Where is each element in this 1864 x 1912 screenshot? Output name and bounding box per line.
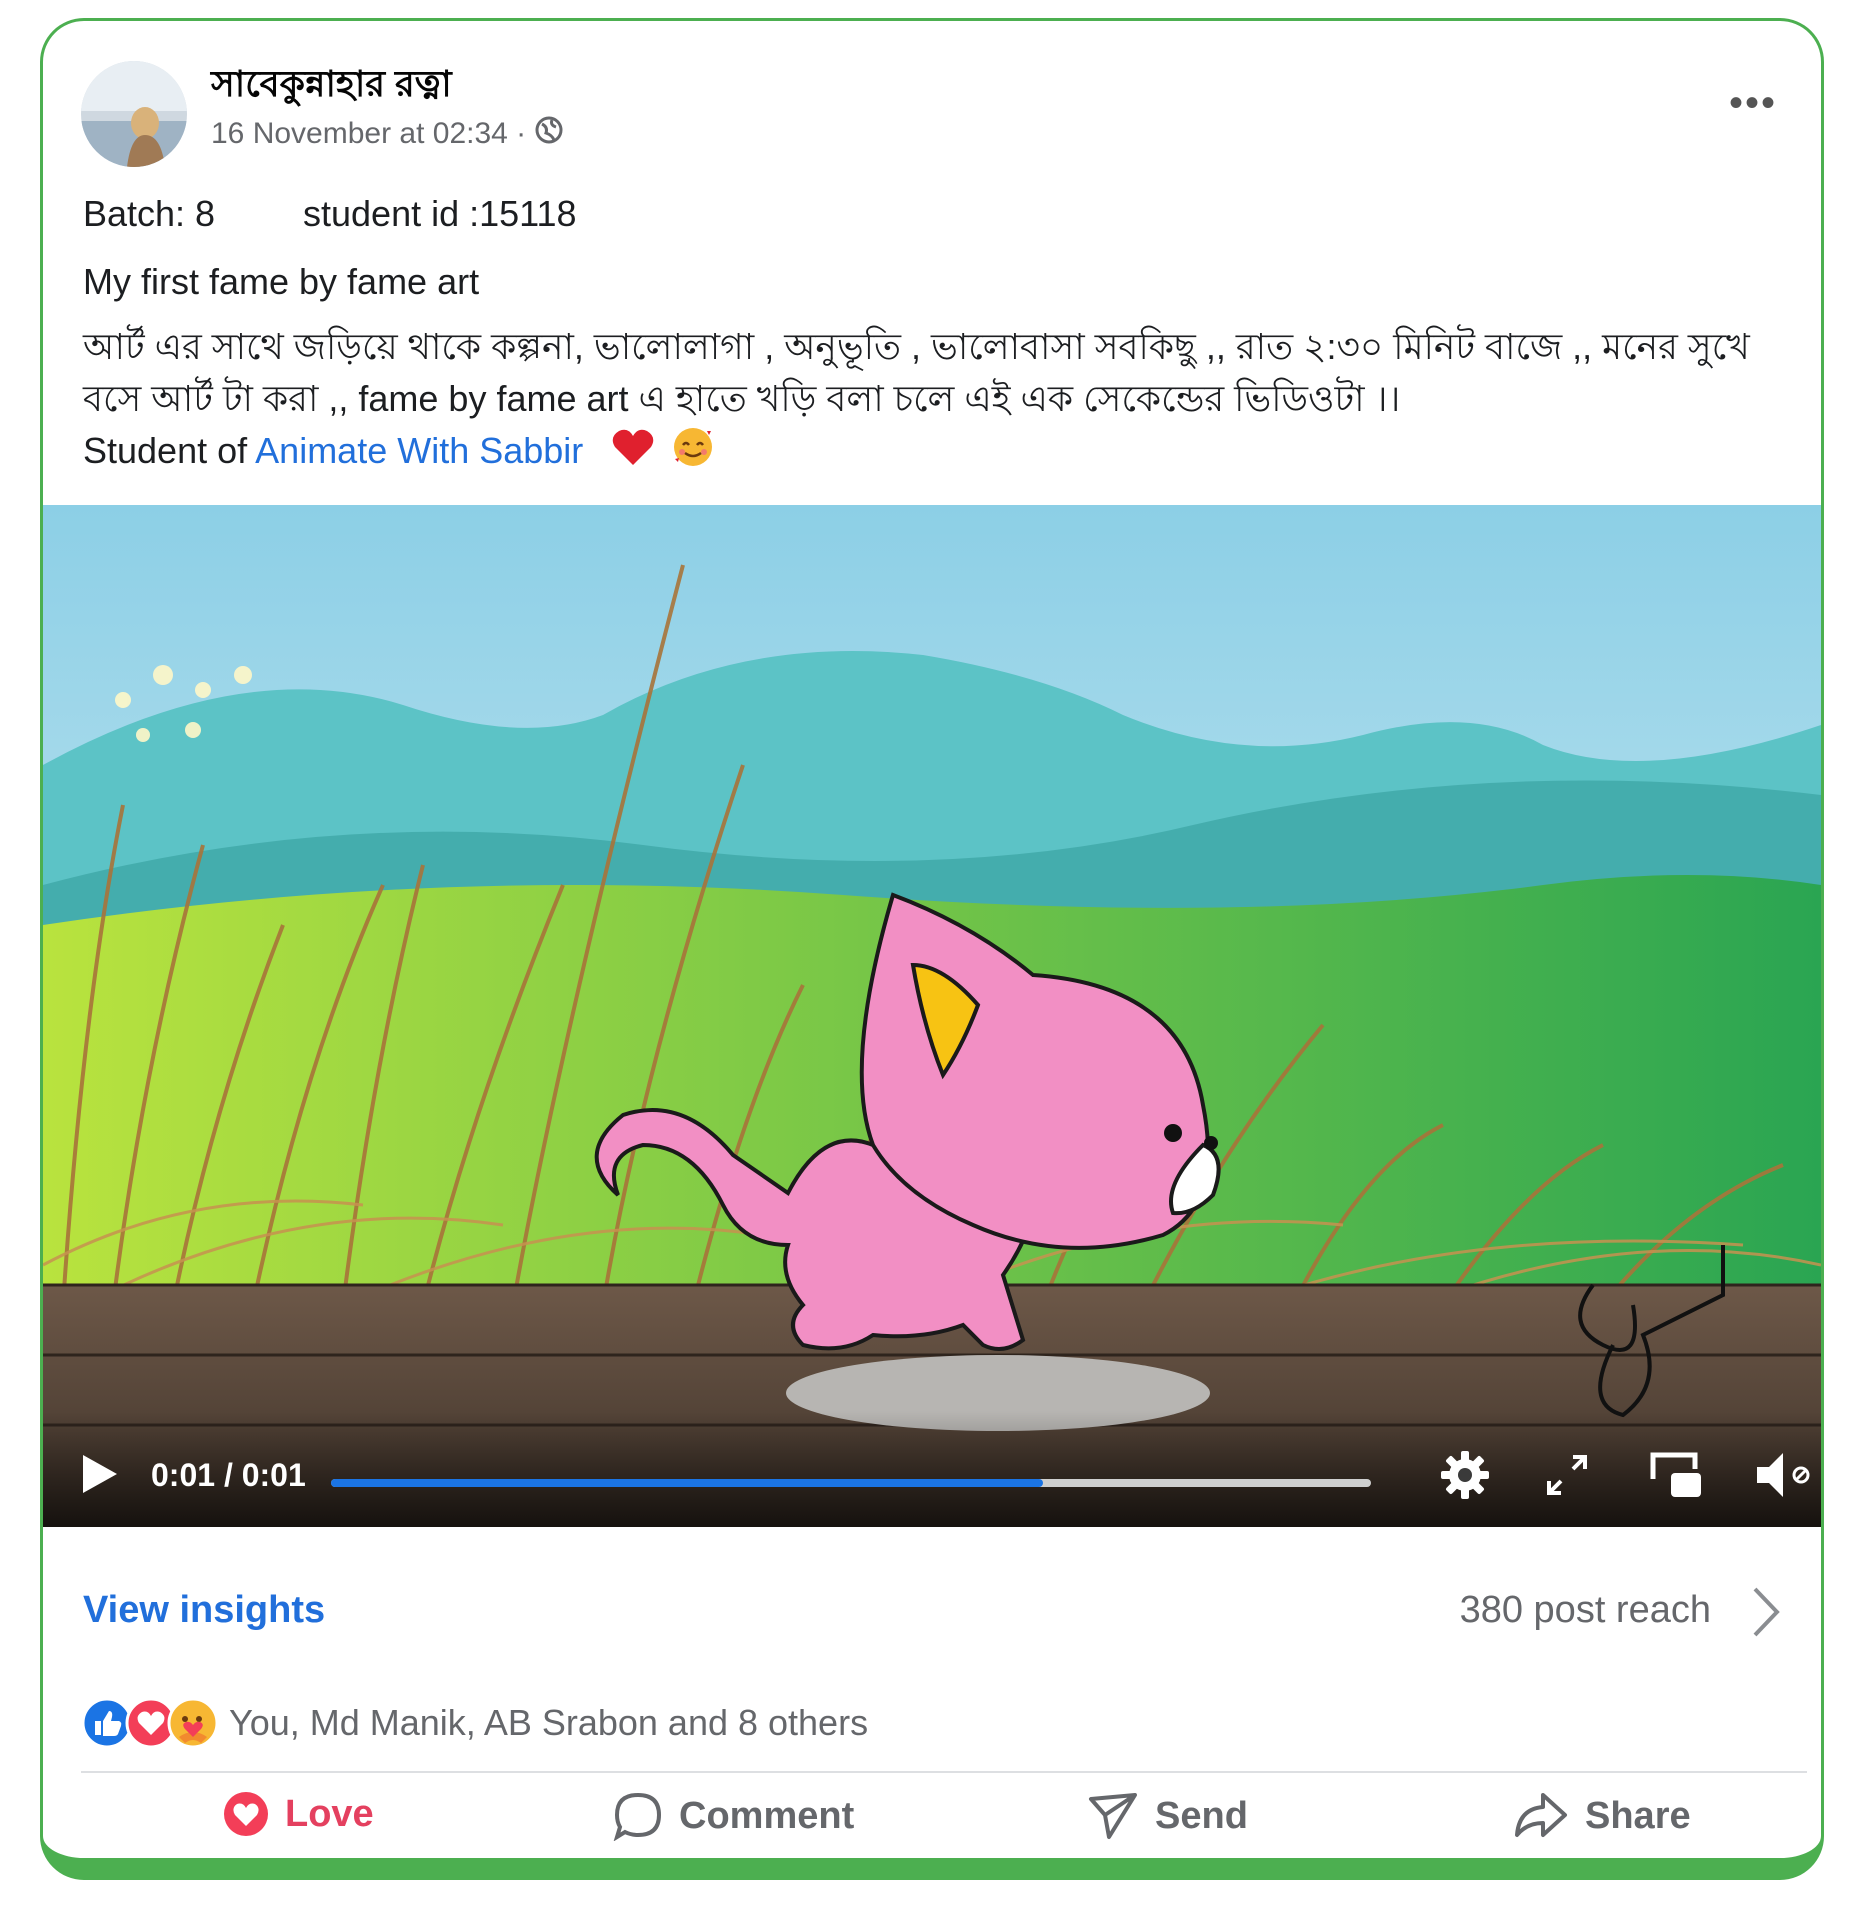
settings-icon[interactable] <box>1437 1447 1493 1508</box>
post-reach: 380 post reach <box>1459 1589 1711 1631</box>
globe-icon <box>534 115 564 153</box>
love-button[interactable]: Love <box>223 1791 374 1837</box>
volume-muted-icon[interactable] <box>1753 1447 1813 1508</box>
post-body: Batch: 8 student id :15118 My first fame… <box>83 189 1801 482</box>
view-insights-link[interactable]: View insights <box>83 1589 325 1632</box>
student-id-text: student id :15118 <box>303 193 577 234</box>
send-icon <box>1089 1793 1137 1839</box>
avatar[interactable] <box>81 61 187 167</box>
animate-with-sabbir-link[interactable]: Animate With Sabbir <box>255 430 583 471</box>
insights-row[interactable]: View insights 380 post reach <box>83 1581 1801 1651</box>
love-icon <box>224 1792 268 1836</box>
reaction-icons <box>81 1697 221 1749</box>
smiling-face-with-hearts-emoji <box>671 425 715 482</box>
video-frame <box>43 505 1821 1527</box>
progress-fill <box>331 1479 1044 1487</box>
comment-label: Comment <box>679 1794 855 1837</box>
progress-bar[interactable] <box>331 1479 1371 1487</box>
chevron-right-icon[interactable] <box>1751 1585 1781 1644</box>
action-bar: Love Comment Send Share <box>43 1791 1821 1858</box>
share-label: Share <box>1585 1794 1691 1837</box>
batch-line: Batch: 8 student id :15118 <box>83 189 1801 239</box>
share-button[interactable]: Share <box>1513 1791 1691 1841</box>
video-controls: 0:01 / 0:01 <box>43 1411 1821 1527</box>
actions-divider <box>81 1771 1807 1773</box>
comment-button[interactable]: Comment <box>613 1791 854 1841</box>
post-card: সাবেকুন্নাহার রত্না 16 November at 02:34… <box>40 18 1824 1880</box>
more-options-icon[interactable]: ••• <box>1729 83 1777 123</box>
send-button[interactable]: Send <box>1087 1791 1248 1841</box>
post-line-1: My first fame by fame art <box>83 261 480 302</box>
reactions-summary[interactable]: You, Md Manik, AB Srabon and 8 others <box>81 1693 868 1753</box>
timestamp[interactable]: 16 November at 02:34 · <box>211 117 526 151</box>
share-icon <box>1515 1793 1567 1837</box>
fullscreen-icon[interactable] <box>1543 1451 1591 1504</box>
video-player[interactable]: 0:01 / 0:01 <box>43 505 1821 1527</box>
love-label: Love <box>285 1792 374 1835</box>
care-reaction <box>167 1697 219 1749</box>
send-label: Send <box>1155 1794 1248 1837</box>
post-line-2: আর্ট এর সাথে জড়িয়ে থাকে কল্পনা, ভালোলা… <box>83 326 1750 419</box>
play-icon[interactable] <box>79 1453 119 1500</box>
pip-icon[interactable] <box>1647 1449 1703 1504</box>
student-of-line: Student of Animate With Sabbir <box>83 425 1801 482</box>
video-time: 0:01 / 0:01 <box>151 1457 306 1493</box>
post-meta: 16 November at 02:34 · <box>211 115 564 153</box>
reactions-text[interactable]: You, Md Manik, AB Srabon and 8 others <box>229 1702 868 1744</box>
author-name[interactable]: সাবেকুন্নাহার রত্না <box>211 57 452 117</box>
heart-emoji <box>611 427 655 480</box>
comment-icon <box>613 1792 662 1841</box>
batch-text: Batch: 8 <box>83 193 216 234</box>
student-of-text: Student of <box>83 430 248 472</box>
like-reaction <box>81 1697 133 1749</box>
